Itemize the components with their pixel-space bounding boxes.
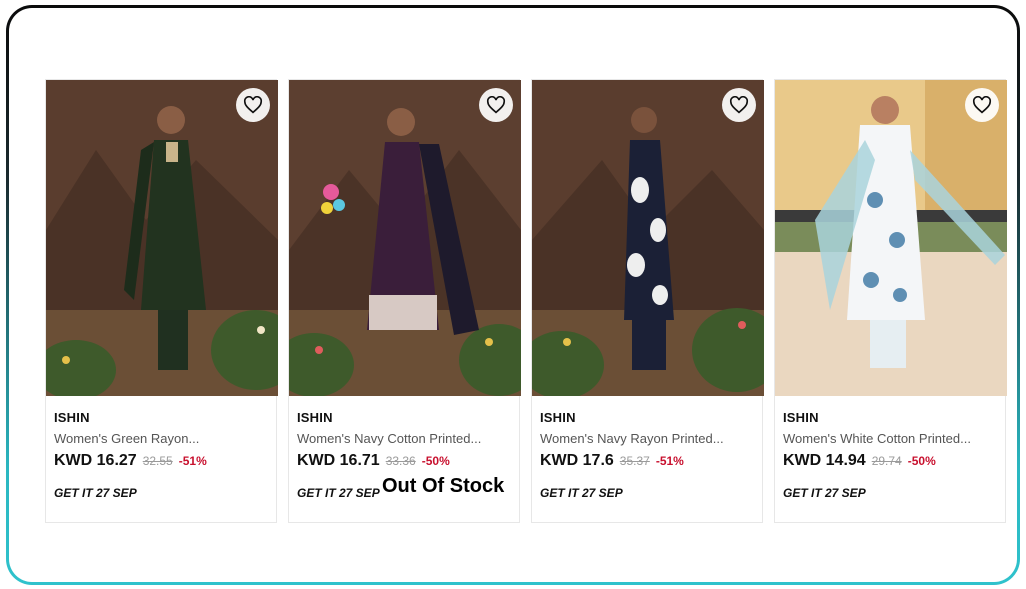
product-image[interactable] bbox=[289, 80, 521, 396]
product-grid: ISHIN Women's Green Rayon... KWD 16.27 3… bbox=[45, 79, 1007, 523]
screenshot-frame: ISHIN Women's Green Rayon... KWD 16.27 3… bbox=[6, 5, 1020, 585]
delivery-estimate: GET IT 27 SEP bbox=[54, 486, 137, 500]
product-price: KWD 16.27 bbox=[54, 452, 137, 469]
heart-icon bbox=[972, 96, 992, 114]
product-card[interactable]: ISHIN Women's Navy Cotton Printed... KWD… bbox=[288, 79, 521, 523]
product-discount: -51% bbox=[178, 454, 207, 468]
heart-icon bbox=[486, 96, 506, 114]
product-discount: -50% bbox=[907, 454, 936, 468]
product-brand: ISHIN bbox=[783, 410, 819, 425]
product-card[interactable]: ISHIN Women's White Cotton Printed... KW… bbox=[774, 79, 1007, 523]
product-discount: -50% bbox=[421, 454, 450, 468]
product-price: KWD 14.94 bbox=[783, 452, 866, 469]
product-price: KWD 17.6 bbox=[540, 452, 614, 469]
product-image[interactable] bbox=[46, 80, 278, 396]
product-brand: ISHIN bbox=[297, 410, 333, 425]
delivery-estimate: GET IT 27 SEP bbox=[540, 486, 623, 500]
product-title[interactable]: Women's Navy Rayon Printed... bbox=[540, 431, 754, 446]
product-title[interactable]: Women's White Cotton Printed... bbox=[783, 431, 997, 446]
product-title[interactable]: Women's Green Rayon... bbox=[54, 431, 268, 446]
heart-icon bbox=[729, 96, 749, 114]
product-discount: -51% bbox=[655, 454, 684, 468]
wishlist-button[interactable] bbox=[722, 88, 756, 122]
frame-inner: ISHIN Women's Green Rayon... KWD 16.27 3… bbox=[9, 8, 1017, 582]
product-title[interactable]: Women's Navy Cotton Printed... bbox=[297, 431, 511, 446]
product-original-price: 29.74 bbox=[871, 454, 902, 468]
wishlist-button[interactable] bbox=[236, 88, 270, 122]
wishlist-button[interactable] bbox=[965, 88, 999, 122]
product-original-price: 32.55 bbox=[142, 454, 173, 468]
delivery-estimate: GET IT 27 SEP bbox=[783, 486, 866, 500]
delivery-estimate: GET IT 27 SEP bbox=[297, 486, 380, 500]
product-brand: ISHIN bbox=[54, 410, 90, 425]
product-image[interactable] bbox=[775, 80, 1007, 396]
product-original-price: 35.37 bbox=[619, 454, 650, 468]
product-card[interactable]: ISHIN Women's Navy Rayon Printed... KWD … bbox=[531, 79, 764, 523]
product-brand: ISHIN bbox=[540, 410, 576, 425]
out-of-stock-label: Out Of Stock bbox=[382, 475, 505, 497]
heart-icon bbox=[243, 96, 263, 114]
product-image[interactable] bbox=[532, 80, 764, 396]
product-price: KWD 16.71 bbox=[297, 452, 380, 469]
wishlist-button[interactable] bbox=[479, 88, 513, 122]
product-original-price: 33.36 bbox=[385, 454, 416, 468]
product-card[interactable]: ISHIN Women's Green Rayon... KWD 16.27 3… bbox=[45, 79, 278, 523]
